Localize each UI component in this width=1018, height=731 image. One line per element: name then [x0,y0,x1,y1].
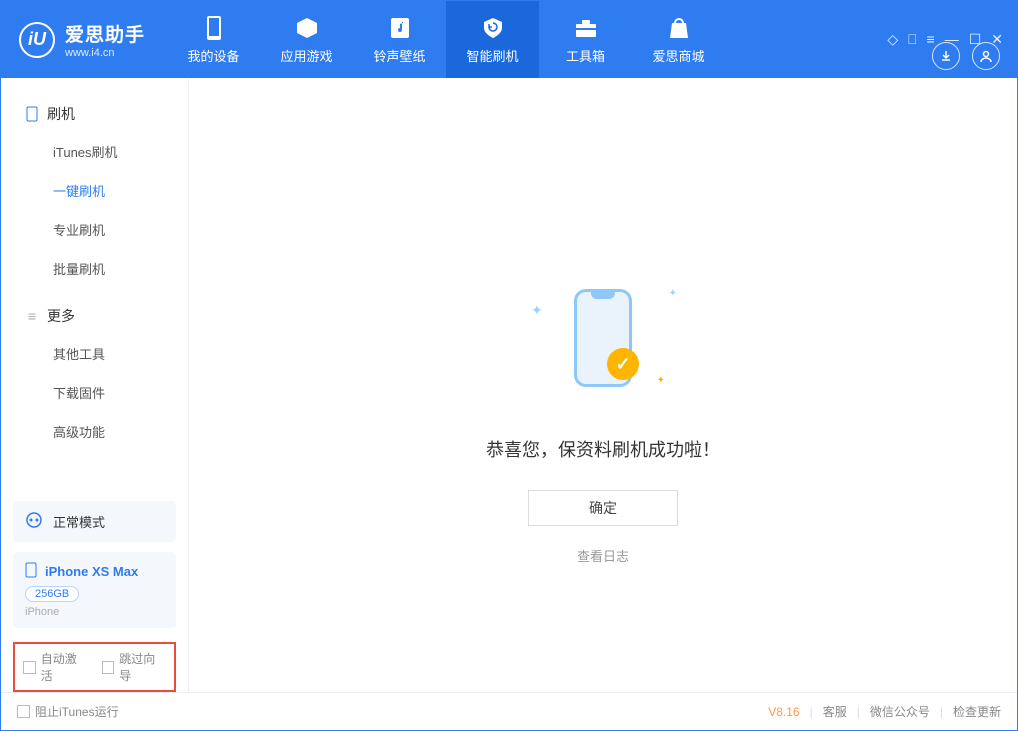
sidebar-item-pro-flash[interactable]: 专业刷机 [1,210,188,249]
sidebar-item-batch-flash[interactable]: 批量刷机 [1,249,188,288]
device-capacity-badge: 256GB [25,586,79,602]
bag-icon [668,14,690,42]
shield-refresh-icon [481,14,505,42]
app-subtitle: www.i4.cn [65,47,145,59]
device-name-label: iPhone XS Max [45,564,138,579]
tab-store[interactable]: 爱思商城 [632,1,725,78]
app-header: iU 爱思助手 www.i4.cn 我的设备 应用游戏 铃声壁纸 智能刷机 工具… [1,1,1017,78]
wechat-link[interactable]: 微信公众号 [870,703,930,720]
cube-icon [295,14,319,42]
logo-block: iU 爱思助手 www.i4.cn [1,20,167,59]
sidebar-item-download-firmware[interactable]: 下载固件 [1,373,188,412]
list-icon: ≡ [25,309,39,323]
main-content: ✦ ✦ ✦ ✓ 恭喜您，保资料刷机成功啦！ 确定 查看日志 [189,78,1017,692]
tab-smart-flash[interactable]: 智能刷机 [446,1,539,78]
checkbox-skip-guide[interactable]: 跳过向导 [102,650,167,684]
phone-icon [204,14,224,42]
sidebar: 刷机 iTunes刷机 一键刷机 专业刷机 批量刷机 ≡ 更多 其他工具 下载固… [1,78,189,692]
header-right: ◇ ⎕ ≡ — ☐ ✕ [887,31,1017,48]
checkbox-auto-activate[interactable]: 自动激活 [23,650,88,684]
support-link[interactable]: 客服 [823,703,847,720]
check-badge-icon: ✓ [607,348,639,380]
device-phone-icon [25,562,37,581]
tab-toolbox[interactable]: 工具箱 [539,1,632,78]
app-title: 爱思助手 [65,20,145,47]
sidebar-section-more: ≡ 更多 [1,298,188,334]
nav-tabs: 我的设备 应用游戏 铃声壁纸 智能刷机 工具箱 爱思商城 [167,1,725,78]
device-card[interactable]: iPhone XS Max 256GB iPhone [13,552,176,628]
logo-icon: iU [19,22,55,58]
tab-apps-games[interactable]: 应用游戏 [260,1,353,78]
check-update-link[interactable]: 检查更新 [953,703,1001,720]
mode-label: 正常模式 [53,512,105,531]
success-message: 恭喜您，保资料刷机成功啦！ [486,436,720,462]
feedback-icon[interactable]: ⎕ [908,31,916,48]
checkbox-block-itunes[interactable]: 阻止iTunes运行 [17,703,119,720]
toolbox-icon [574,14,598,42]
sidebar-item-advanced[interactable]: 高级功能 [1,412,188,451]
mode-card[interactable]: 正常模式 [13,501,176,542]
refresh-icon [25,511,43,532]
music-note-icon [389,14,411,42]
device-type-label: iPhone [25,606,164,618]
view-log-link[interactable]: 查看日志 [577,546,629,565]
status-bar: 阻止iTunes运行 V8.16 | 客服 | 微信公众号 | 检查更新 [1,692,1017,730]
ok-button[interactable]: 确定 [528,490,678,526]
user-button[interactable] [972,42,1000,70]
sidebar-item-oneclick-flash[interactable]: 一键刷机 [1,171,188,210]
tab-my-device[interactable]: 我的设备 [167,1,260,78]
activation-options-highlight: 自动激活 跳过向导 [13,642,176,692]
sidebar-item-other-tools[interactable]: 其他工具 [1,334,188,373]
success-illustration: ✦ ✦ ✦ ✓ [523,278,683,398]
sidebar-section-flash: 刷机 [1,96,188,132]
download-button[interactable] [932,42,960,70]
skin-icon[interactable]: ◇ [887,31,898,48]
version-label: V8.16 [768,705,799,719]
sidebar-item-itunes-flash[interactable]: iTunes刷机 [1,132,188,171]
tab-ringtones-wallpapers[interactable]: 铃声壁纸 [353,1,446,78]
phone-outline-icon [25,107,39,121]
